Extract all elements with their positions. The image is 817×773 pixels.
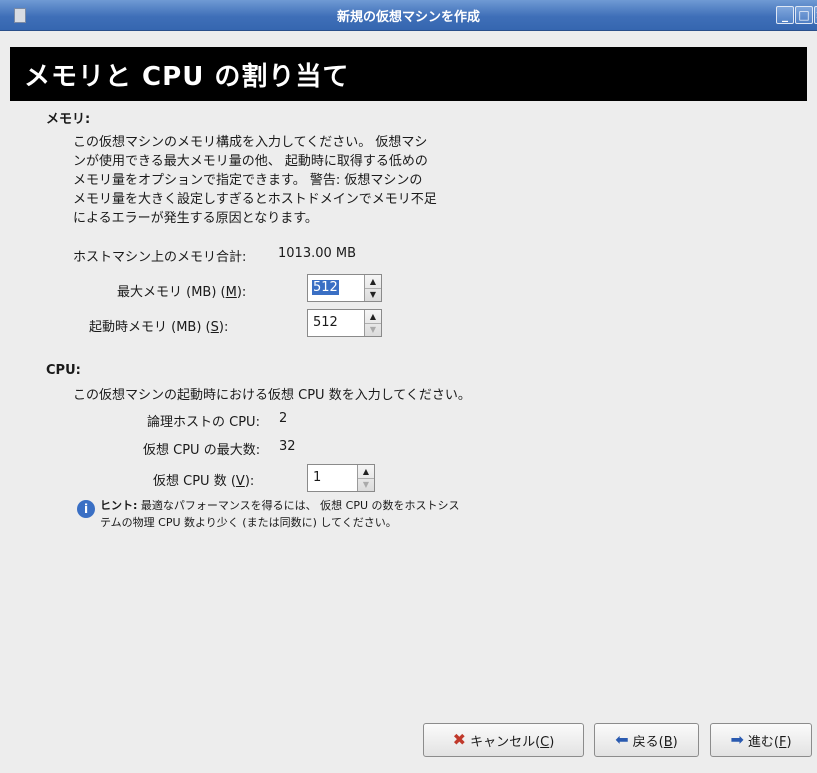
max-vcpu-value: 32 xyxy=(279,439,296,454)
decrement-arrow-icon[interactable]: ▼ xyxy=(358,478,374,491)
cpu-hint: ヒント: 最適なパフォーマンスを得るには、 仮想 CPU の数をホストシス テム… xyxy=(100,497,460,531)
max-memory-value[interactable]: 512 xyxy=(312,280,339,295)
startup-memory-spinbutton[interactable]: 512 ▲ ▼ xyxy=(307,309,382,337)
window-title: 新規の仮想マシンを作成 xyxy=(336,10,480,25)
page-title: メモリと CPU の割り当て xyxy=(24,62,350,92)
back-arrow-icon: ⬅ xyxy=(615,730,629,749)
startup-memory-value[interactable]: 512 xyxy=(312,315,339,330)
max-memory-label: 最大メモリ (MB) (M): xyxy=(117,285,247,300)
memory-description: この仮想マシンのメモリ構成を入力してください。 仮想マシ ンが使用できる最大メモ… xyxy=(73,133,437,228)
page-header: メモリと CPU の割り当て xyxy=(10,47,807,101)
cancel-button-label: キャンセル(C) xyxy=(470,734,555,750)
logical-cpu-label: 論理ホストの CPU: xyxy=(147,415,260,430)
info-icon: i xyxy=(77,500,95,518)
maximize-icon[interactable]: □ xyxy=(795,6,813,24)
cpu-section-title: CPU: xyxy=(46,363,81,378)
vcpu-count-value[interactable]: 1 xyxy=(312,470,322,485)
memory-description-line: によるエラーが発生する原因となります。 xyxy=(73,211,318,226)
host-memory-label: ホストマシン上のメモリ合計: xyxy=(73,250,247,265)
increment-arrow-icon[interactable]: ▲ xyxy=(358,465,374,479)
cpu-description: この仮想マシンの起動時における仮想 CPU 数を入力してください。 xyxy=(73,388,471,403)
back-button[interactable]: ⬅ 戻る(B) xyxy=(594,723,699,757)
increment-arrow-icon[interactable]: ▲ xyxy=(365,275,381,289)
back-button-label: 戻る(B) xyxy=(632,734,678,750)
memory-description-line: メモリ量をオプションで指定できます。 警告: 仮想マシンの xyxy=(73,173,423,188)
max-vcpu-label: 仮想 CPU の最大数: xyxy=(143,443,261,458)
logical-cpu-value: 2 xyxy=(279,411,288,426)
forward-button-label: 進む(F) xyxy=(747,734,792,750)
cpu-hint-line2: テムの物理 CPU 数より少く (または同数に) してください。 xyxy=(100,516,397,529)
forward-button[interactable]: ➡ 進む(F) xyxy=(710,723,812,757)
cancel-button[interactable]: ✖ キャンセル(C) xyxy=(423,723,584,757)
memory-section-title: メモリ: xyxy=(46,112,91,127)
startup-memory-stepper[interactable]: ▲ ▼ xyxy=(364,310,381,336)
decrement-arrow-icon[interactable]: ▼ xyxy=(365,323,381,336)
window-titlebar[interactable]: 新規の仮想マシンを作成 _ □ × xyxy=(0,0,817,31)
increment-arrow-icon[interactable]: ▲ xyxy=(365,310,381,324)
cancel-x-icon: ✖ xyxy=(452,730,467,749)
host-memory-value: 1013.00 MB xyxy=(278,246,357,261)
decrement-arrow-icon[interactable]: ▼ xyxy=(365,288,381,301)
startup-memory-label: 起動時メモリ (MB) (S): xyxy=(89,320,229,335)
forward-arrow-icon: ➡ xyxy=(730,730,744,749)
vcpu-count-spinbutton[interactable]: 1 ▲ ▼ xyxy=(307,464,375,492)
max-memory-spinbutton[interactable]: 512 ▲ ▼ xyxy=(307,274,382,302)
memory-description-line: メモリ量を大きく設定しすぎるとホストドメインでメモリ不足 xyxy=(73,192,437,207)
vcpu-count-label: 仮想 CPU 数 (V): xyxy=(153,474,255,489)
vcpu-count-stepper[interactable]: ▲ ▼ xyxy=(357,465,374,491)
memory-description-line: ンが使用できる最大メモリ量の他、 起動時に取得する低めの xyxy=(73,154,428,169)
max-memory-stepper[interactable]: ▲ ▼ xyxy=(364,275,381,301)
minimize-icon[interactable]: _ xyxy=(776,6,794,24)
cpu-hint-line1: ヒント: 最適なパフォーマンスを得るには、 仮想 CPU の数をホストシス xyxy=(100,499,460,512)
memory-description-line: この仮想マシンのメモリ構成を入力してください。 仮想マシ xyxy=(73,135,428,150)
